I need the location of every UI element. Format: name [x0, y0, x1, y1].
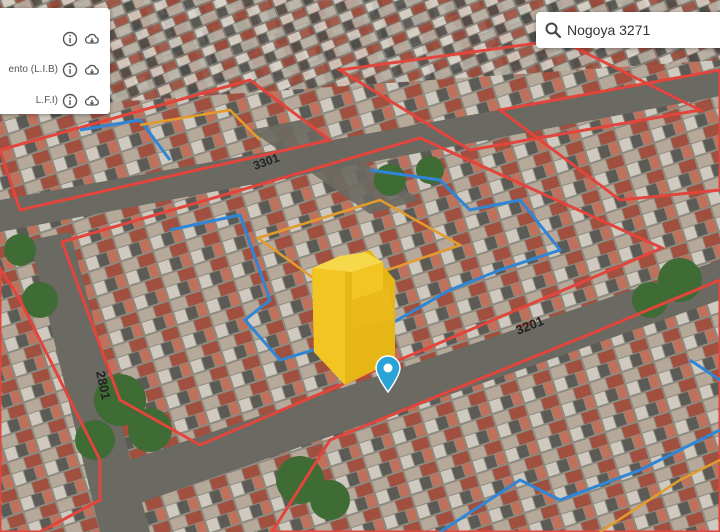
info-icon[interactable] — [62, 31, 78, 47]
layer-row — [0, 28, 110, 50]
info-icon[interactable] — [62, 93, 78, 109]
cloud-download-icon[interactable] — [84, 93, 100, 109]
layer-row: ento (L.I.B) — [0, 59, 110, 81]
cloud-download-icon[interactable] — [84, 31, 100, 47]
cloud-download-icon[interactable] — [84, 62, 100, 78]
search-input[interactable] — [567, 18, 717, 42]
info-icon[interactable] — [62, 62, 78, 78]
layer-label: L.F.I) — [35, 95, 58, 106]
search-box — [536, 12, 720, 48]
layer-row: L.F.I) — [0, 90, 110, 112]
layers-panel: ento (L.I.B) L.F.I) — [0, 8, 110, 114]
layer-label: ento (L.I.B) — [8, 64, 58, 75]
search-icon[interactable] — [544, 21, 562, 39]
